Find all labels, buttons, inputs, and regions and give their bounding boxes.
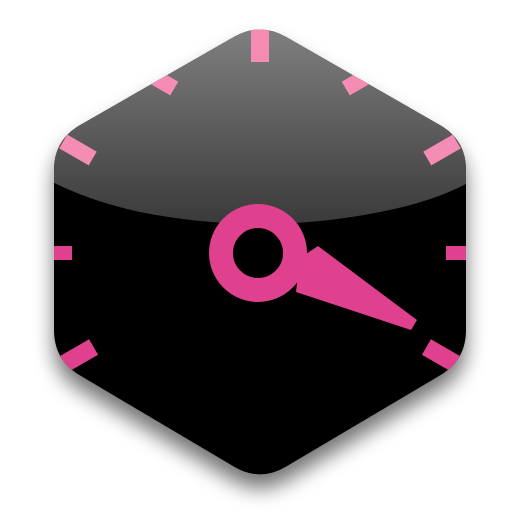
hour-marker bbox=[251, 29, 269, 62]
app-icon-canvas bbox=[0, 0, 512, 512]
hour-marker bbox=[446, 246, 466, 260]
hour-marker bbox=[54, 246, 72, 260]
clock-icon bbox=[54, 29, 466, 489]
